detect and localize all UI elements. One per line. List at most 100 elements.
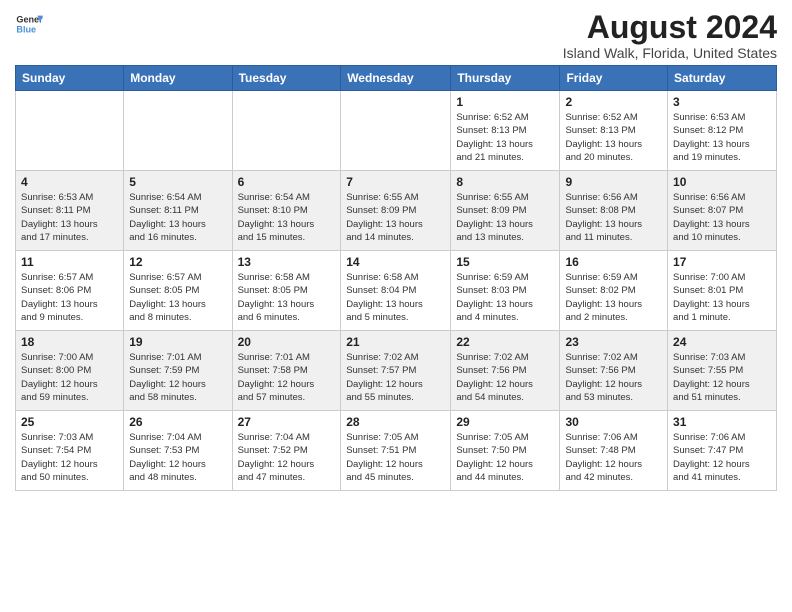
header-friday: Friday [560, 66, 668, 91]
day-number: 26 [129, 415, 226, 429]
calendar-cell [16, 91, 124, 171]
calendar-cell: 4 Sunrise: 6:53 AM Sunset: 8:11 PM Daylig… [16, 171, 124, 251]
day-number: 16 [565, 255, 662, 269]
calendar-cell [124, 91, 232, 171]
day-info: Sunrise: 6:52 AM Sunset: 8:13 PM Dayligh… [565, 111, 662, 164]
day-number: 22 [456, 335, 554, 349]
day-number: 24 [673, 335, 771, 349]
calendar-cell: 21 Sunrise: 7:02 AM Sunset: 7:57 PM Dayli… [341, 331, 451, 411]
calendar-cell: 29 Sunrise: 7:05 AM Sunset: 7:50 PM Dayli… [451, 411, 560, 491]
day-number: 29 [456, 415, 554, 429]
day-info: Sunrise: 7:02 AM Sunset: 7:56 PM Dayligh… [456, 351, 554, 404]
header-tuesday: Tuesday [232, 66, 341, 91]
day-info: Sunrise: 6:55 AM Sunset: 8:09 PM Dayligh… [346, 191, 445, 244]
day-number: 14 [346, 255, 445, 269]
day-number: 31 [673, 415, 771, 429]
calendar-cell: 5Sunrise: 6:54 AM Sunset: 8:11 PM Daylig… [124, 171, 232, 251]
day-info: Sunrise: 7:05 AM Sunset: 7:50 PM Dayligh… [456, 431, 554, 484]
day-info: Sunrise: 6:55 AM Sunset: 8:09 PM Dayligh… [456, 191, 554, 244]
calendar-cell: 22 Sunrise: 7:02 AM Sunset: 7:56 PM Dayli… [451, 331, 560, 411]
day-info: Sunrise: 6:53 AM Sunset: 8:12 PM Dayligh… [673, 111, 771, 164]
calendar-cell: 31 Sunrise: 7:06 AM Sunset: 7:47 PM Dayli… [668, 411, 777, 491]
day-info: Sunrise: 7:06 AM Sunset: 7:48 PM Dayligh… [565, 431, 662, 484]
calendar-header-row: Sunday Monday Tuesday Wednesday Thursday… [16, 66, 777, 91]
page-header: General Blue August 2024 Island Walk, Fl… [15, 10, 777, 61]
day-info: Sunrise: 7:00 AM Sunset: 8:01 PM Dayligh… [673, 271, 771, 324]
day-number: 12 [129, 255, 226, 269]
day-info: Sunrise: 6:58 AM Sunset: 8:05 PM Dayligh… [238, 271, 336, 324]
day-info: Sunrise: 7:01 AM Sunset: 7:59 PM Dayligh… [129, 351, 226, 404]
day-number: 11 [21, 255, 118, 269]
calendar-cell [341, 91, 451, 171]
day-number: 17 [673, 255, 771, 269]
day-info: Sunrise: 7:04 AM Sunset: 7:52 PM Dayligh… [238, 431, 336, 484]
calendar-cell: 23Sunrise: 7:02 AM Sunset: 7:56 PM Dayli… [560, 331, 668, 411]
calendar-cell: 15 Sunrise: 6:59 AM Sunset: 8:03 PM Dayli… [451, 251, 560, 331]
day-info: Sunrise: 6:53 AM Sunset: 8:11 PM Dayligh… [21, 191, 118, 244]
day-number: 20 [238, 335, 336, 349]
calendar-cell: 27 Sunrise: 7:04 AM Sunset: 7:52 PM Dayli… [232, 411, 341, 491]
day-number: 18 [21, 335, 118, 349]
title-section: August 2024 Island Walk, Florida, United… [563, 10, 777, 61]
day-info: Sunrise: 6:59 AM Sunset: 8:03 PM Dayligh… [456, 271, 554, 324]
day-number: 2 [565, 95, 662, 109]
day-number: 30 [565, 415, 662, 429]
day-number: 27 [238, 415, 336, 429]
calendar-cell: 8Sunrise: 6:55 AM Sunset: 8:09 PM Daylig… [451, 171, 560, 251]
day-info: Sunrise: 7:03 AM Sunset: 7:55 PM Dayligh… [673, 351, 771, 404]
calendar-cell: 3Sunrise: 6:53 AM Sunset: 8:12 PM Daylig… [668, 91, 777, 171]
week-row-2: 4 Sunrise: 6:53 AM Sunset: 8:11 PM Daylig… [16, 171, 777, 251]
day-number: 7 [346, 175, 445, 189]
calendar-cell [232, 91, 341, 171]
calendar-cell: 2 Sunrise: 6:52 AM Sunset: 8:13 PM Daylig… [560, 91, 668, 171]
day-number: 6 [238, 175, 336, 189]
day-info: Sunrise: 7:01 AM Sunset: 7:58 PM Dayligh… [238, 351, 336, 404]
day-info: Sunrise: 6:58 AM Sunset: 8:04 PM Dayligh… [346, 271, 445, 324]
header-saturday: Saturday [668, 66, 777, 91]
day-info: Sunrise: 6:52 AM Sunset: 8:13 PM Dayligh… [456, 111, 554, 164]
calendar-cell: 13 Sunrise: 6:58 AM Sunset: 8:05 PM Dayli… [232, 251, 341, 331]
calendar-cell: 12 Sunrise: 6:57 AM Sunset: 8:05 PM Dayli… [124, 251, 232, 331]
calendar-cell: 20 Sunrise: 7:01 AM Sunset: 7:58 PM Dayli… [232, 331, 341, 411]
day-info: Sunrise: 7:00 AM Sunset: 8:00 PM Dayligh… [21, 351, 118, 404]
day-info: Sunrise: 7:04 AM Sunset: 7:53 PM Dayligh… [129, 431, 226, 484]
day-number: 5 [129, 175, 226, 189]
header-wednesday: Wednesday [341, 66, 451, 91]
logo-icon: General Blue [15, 10, 43, 38]
day-info: Sunrise: 7:06 AM Sunset: 7:47 PM Dayligh… [673, 431, 771, 484]
calendar-cell: 30 Sunrise: 7:06 AM Sunset: 7:48 PM Dayli… [560, 411, 668, 491]
day-number: 13 [238, 255, 336, 269]
calendar-cell: 19 Sunrise: 7:01 AM Sunset: 7:59 PM Dayli… [124, 331, 232, 411]
logo: General Blue [15, 10, 43, 38]
header-thursday: Thursday [451, 66, 560, 91]
calendar-cell: 14 Sunrise: 6:58 AM Sunset: 8:04 PM Dayli… [341, 251, 451, 331]
day-info: Sunrise: 6:59 AM Sunset: 8:02 PM Dayligh… [565, 271, 662, 324]
calendar-cell: 9 Sunrise: 6:56 AM Sunset: 8:08 PM Daylig… [560, 171, 668, 251]
day-info: Sunrise: 6:57 AM Sunset: 8:05 PM Dayligh… [129, 271, 226, 324]
week-row-5: 25 Sunrise: 7:03 AM Sunset: 7:54 PM Dayli… [16, 411, 777, 491]
day-info: Sunrise: 7:02 AM Sunset: 7:56 PM Dayligh… [565, 351, 662, 404]
day-info: Sunrise: 6:54 AM Sunset: 8:10 PM Dayligh… [238, 191, 336, 244]
day-info: Sunrise: 6:56 AM Sunset: 8:08 PM Dayligh… [565, 191, 662, 244]
day-number: 9 [565, 175, 662, 189]
day-number: 25 [21, 415, 118, 429]
week-row-4: 18 Sunrise: 7:00 AM Sunset: 8:00 PM Dayli… [16, 331, 777, 411]
day-number: 15 [456, 255, 554, 269]
calendar-cell: 24 Sunrise: 7:03 AM Sunset: 7:55 PM Dayli… [668, 331, 777, 411]
day-number: 10 [673, 175, 771, 189]
calendar-cell: 11 Sunrise: 6:57 AM Sunset: 8:06 PM Dayli… [16, 251, 124, 331]
day-number: 4 [21, 175, 118, 189]
subtitle: Island Walk, Florida, United States [563, 45, 777, 61]
day-number: 21 [346, 335, 445, 349]
calendar-cell: 28Sunrise: 7:05 AM Sunset: 7:51 PM Dayli… [341, 411, 451, 491]
main-title: August 2024 [563, 10, 777, 45]
calendar-table: Sunday Monday Tuesday Wednesday Thursday… [15, 65, 777, 491]
day-info: Sunrise: 7:03 AM Sunset: 7:54 PM Dayligh… [21, 431, 118, 484]
day-info: Sunrise: 6:57 AM Sunset: 8:06 PM Dayligh… [21, 271, 118, 324]
day-number: 19 [129, 335, 226, 349]
week-row-3: 11 Sunrise: 6:57 AM Sunset: 8:06 PM Dayli… [16, 251, 777, 331]
calendar-cell: 6 Sunrise: 6:54 AM Sunset: 8:10 PM Daylig… [232, 171, 341, 251]
calendar-cell: 10Sunrise: 6:56 AM Sunset: 8:07 PM Dayli… [668, 171, 777, 251]
day-number: 1 [456, 95, 554, 109]
day-info: Sunrise: 7:02 AM Sunset: 7:57 PM Dayligh… [346, 351, 445, 404]
